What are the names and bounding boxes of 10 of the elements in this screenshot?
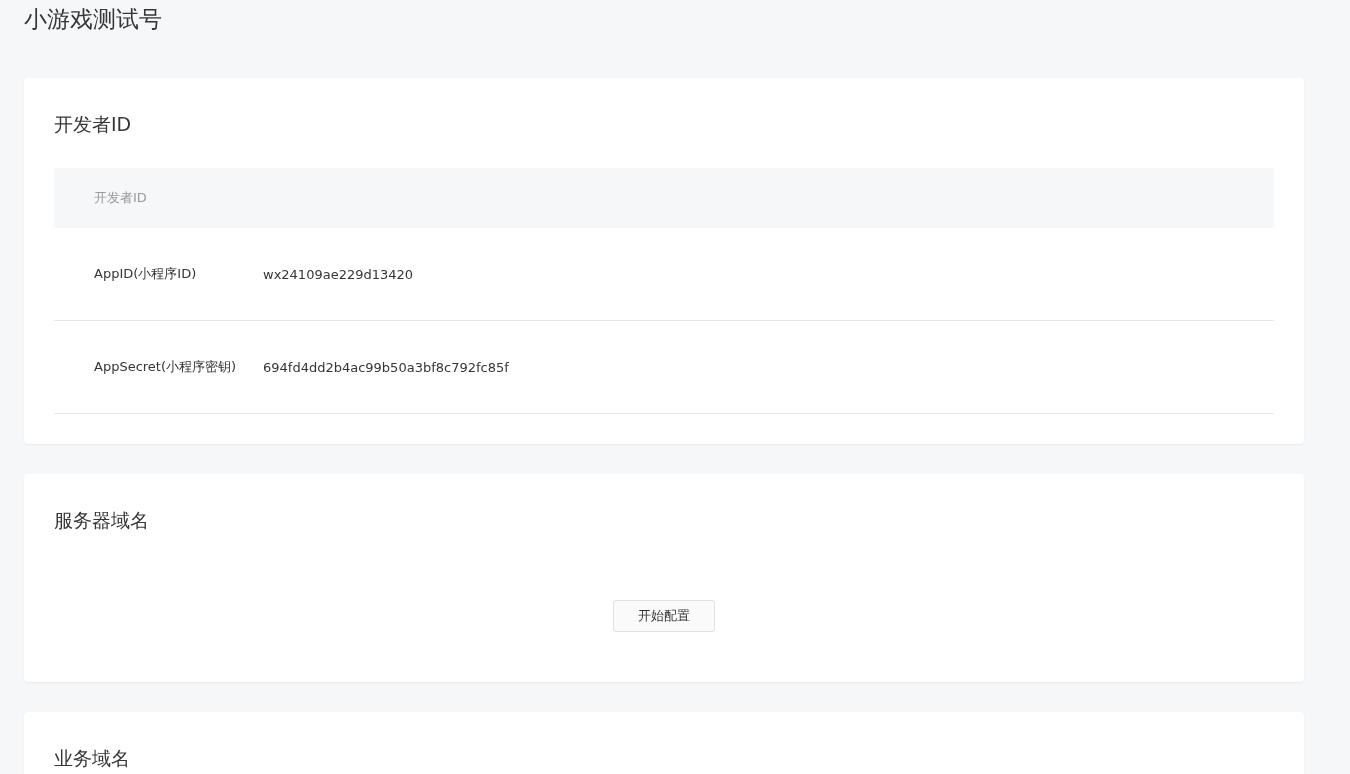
section-title: 开发者ID <box>54 112 133 137</box>
field-value: 694fd4dd2b4ac99b50a3bf8c792fc85f <box>263 359 509 375</box>
field-label: AppID(小程序ID) <box>94 265 198 283</box>
field-value: wx24109ae229d13420 <box>263 266 414 282</box>
configure-button[interactable]: 开始配置 <box>613 600 715 632</box>
page-title: 小游戏测试号 <box>24 5 163 34</box>
section-title: 服务器域名 <box>54 508 150 533</box>
field-label: AppSecret(小程序密钥) <box>94 358 238 376</box>
column-header: 开发者ID <box>94 189 147 207</box>
section-title: 业务域名 <box>54 746 131 771</box>
